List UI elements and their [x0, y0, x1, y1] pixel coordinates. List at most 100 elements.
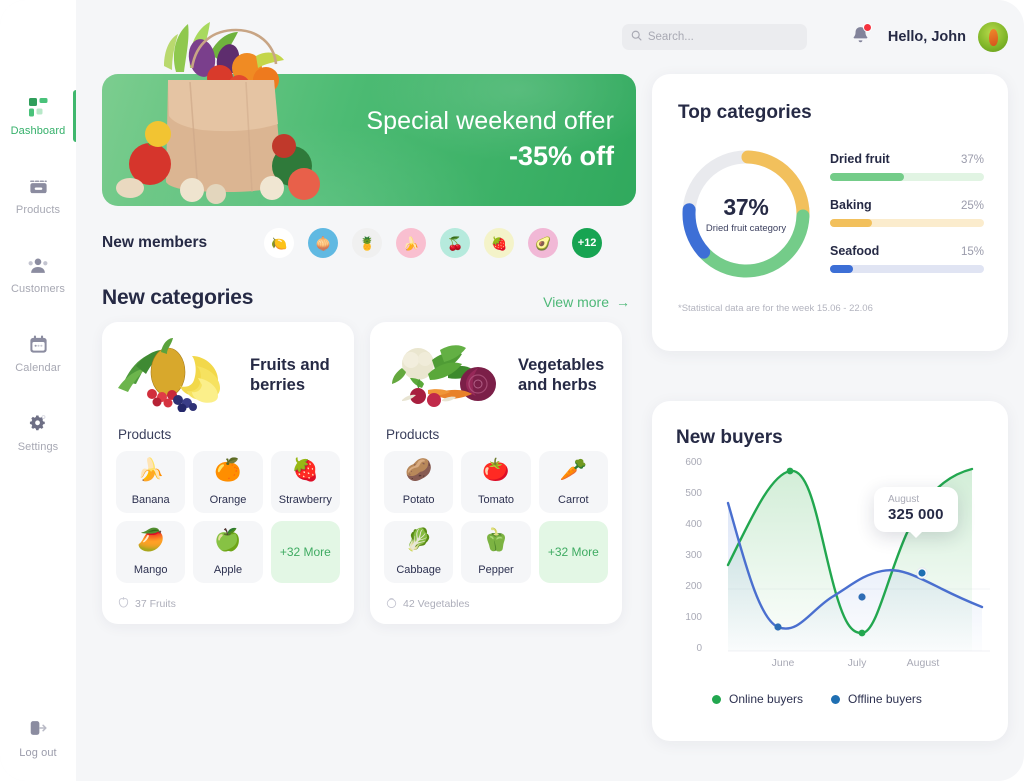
view-more-label: View more: [543, 294, 609, 310]
grocery-bag-illustration: [106, 16, 331, 206]
search-icon: [631, 28, 642, 46]
member-avatar-lemon[interactable]: 🍋: [264, 228, 295, 258]
category-count: 37 Fruits: [135, 598, 176, 610]
product-tile-pepper[interactable]: 🫑 Pepper: [461, 521, 531, 583]
tomato-icon: [386, 595, 397, 613]
legend-row-dried-fruit[interactable]: Dried fruit 37%: [830, 152, 984, 181]
dashboard-app: Dashboard Products Customers Calendar Se…: [0, 0, 1024, 781]
right-column: Top categories 37% Dried fruit category …: [652, 74, 1008, 741]
legend-value: 25%: [960, 200, 984, 212]
sidebar-item-label: Settings: [17, 441, 59, 453]
content-columns: Special weekend offer -35% off New membe…: [96, 22, 1008, 741]
top-categories-title: Top categories: [678, 102, 812, 123]
product-tiles: 🥔 Potato 🍅 Tomato 🥕 Carrot 🥬 Cabbage 🫑 P…: [384, 451, 608, 583]
donut-sublabel: Dried fruit category: [705, 223, 787, 234]
progress-track: [830, 173, 984, 181]
banana-icon: 🍌: [403, 235, 420, 251]
gear-icon: [27, 411, 49, 435]
legend-value: 37%: [960, 154, 984, 166]
donut-percentage: 37%: [723, 194, 769, 220]
member-avatar-more[interactable]: +12: [572, 228, 603, 258]
sidebar-item-dashboard[interactable]: Dashboard: [0, 86, 76, 146]
category-footer: 37 Fruits: [116, 594, 340, 614]
category-card-fruits[interactable]: Fruits and berries Products 🍌 Banana 🍊 O…: [102, 322, 354, 624]
logout-icon: [27, 716, 49, 740]
product-tile-mango[interactable]: 🥭 Mango: [116, 521, 186, 583]
product-tile-more-vegetables[interactable]: +32 More: [538, 521, 608, 583]
member-avatar-cherries[interactable]: 🍒: [440, 228, 471, 258]
product-tiles: 🍌 Banana 🍊 Orange 🍓 Strawberry 🥭 Mango 🍏…: [116, 451, 340, 583]
category-cards: Fruits and berries Products 🍌 Banana 🍊 O…: [96, 322, 636, 624]
member-avatar-strawberry[interactable]: 🍓: [484, 228, 515, 258]
product-name: Cabbage: [396, 564, 441, 576]
legend-row-baking[interactable]: Baking 25%: [830, 198, 984, 227]
legend-item-online-buyers[interactable]: Online buyers: [712, 692, 803, 706]
y-axis-tick: 100: [685, 612, 702, 623]
legend-dot-online: [712, 694, 721, 704]
category-card-vegetables[interactable]: Vegetables and herbs Products 🥔 Potato 🍅…: [370, 322, 622, 624]
logout-label: Log out: [19, 747, 57, 759]
product-name: Mango: [133, 564, 168, 576]
search-input[interactable]: Search...: [621, 24, 807, 50]
logout-button[interactable]: Log out: [0, 716, 76, 759]
avatar[interactable]: [978, 22, 1008, 52]
chart-legend: Online buyers Offline buyers: [676, 692, 986, 706]
vegetables-illustration: [384, 338, 514, 412]
orange-icon: 🍊: [214, 457, 242, 482]
member-avatars: 🍋 🧅 🍍 🍌 🍒 🍓 🥑 +12: [264, 228, 603, 258]
statistical-note: *Statistical data are for the week 15.06…: [678, 303, 873, 314]
data-point-offline-august: [918, 569, 926, 577]
y-axis-tick: 400: [685, 519, 702, 530]
search-placeholder: Search...: [647, 31, 694, 43]
product-tile-banana[interactable]: 🍌 Banana: [116, 451, 186, 513]
new-members-title: New members: [102, 234, 208, 251]
user-greeting: Hello, John: [887, 29, 966, 45]
sidebar-item-products[interactable]: Products: [0, 165, 76, 225]
notifications-button[interactable]: [851, 22, 872, 50]
product-tile-more-fruits[interactable]: +32 More: [270, 521, 340, 583]
category-footer: 42 Vegetables: [384, 594, 608, 614]
product-tile-potato[interactable]: 🥔 Potato: [384, 451, 454, 513]
main-content: Search... Hello, John Special weekend of…: [76, 0, 1024, 781]
avatar-image: [988, 28, 998, 46]
sidebar-item-customers[interactable]: Customers: [0, 244, 76, 304]
product-tile-tomato[interactable]: 🍅 Tomato: [461, 451, 531, 513]
banana-icon: 🍌: [136, 457, 165, 482]
product-tile-orange[interactable]: 🍊 Orange: [193, 451, 263, 513]
legend-item-offline-buyers[interactable]: Offline buyers: [831, 692, 922, 706]
box-icon: [28, 174, 49, 198]
sidebar-item-settings[interactable]: Settings: [0, 402, 76, 462]
data-point-online-june: [786, 467, 794, 475]
member-avatar-onion[interactable]: 🧅: [308, 228, 339, 258]
promo-banner[interactable]: Special weekend offer -35% off: [96, 22, 636, 206]
member-avatar-avocado[interactable]: 🥑: [528, 228, 559, 258]
view-more-link[interactable]: View more →: [543, 294, 630, 310]
member-avatar-pineapple[interactable]: 🍍: [352, 228, 383, 258]
legend-label: Online buyers: [729, 692, 804, 706]
progress-track: [830, 265, 984, 273]
arrow-right-icon: →: [616, 294, 630, 310]
product-tile-cabbage[interactable]: 🥬 Cabbage: [384, 521, 454, 583]
x-axis-tick: June: [771, 657, 795, 669]
product-tile-carrot[interactable]: 🥕 Carrot: [538, 451, 608, 513]
product-name: Strawberry: [278, 494, 332, 506]
apple-icon: 🍏: [214, 527, 242, 552]
data-point-online-july: [858, 629, 866, 637]
y-axis-tick: 600: [685, 457, 702, 468]
tooltip-month: August: [888, 494, 920, 505]
donut-chart: 37% Dried fruit category: [678, 146, 814, 282]
progress-fill: [830, 265, 854, 273]
product-tile-apple[interactable]: 🍏 Apple: [193, 521, 263, 583]
top-categories-card: Top categories 37% Dried fruit category …: [652, 74, 1008, 351]
product-tile-strawberry[interactable]: 🍓 Strawberry: [270, 451, 340, 513]
category-legend: Dried fruit 37% Baking 25% Seafood 15%: [830, 146, 984, 282]
cabbage-icon: 🥬: [404, 527, 433, 552]
sidebar-item-calendar[interactable]: Calendar: [0, 323, 76, 383]
category-card-header: Vegetables and herbs: [384, 336, 608, 414]
y-axis-tick: 300: [685, 550, 702, 561]
member-avatar-banana[interactable]: 🍌: [396, 228, 427, 258]
strawberry-icon: 🍓: [291, 457, 320, 482]
product-name: Pepper: [478, 564, 514, 576]
legend-row-seafood[interactable]: Seafood 15%: [830, 244, 984, 273]
category-card-title: Fruits and berries: [250, 355, 330, 394]
